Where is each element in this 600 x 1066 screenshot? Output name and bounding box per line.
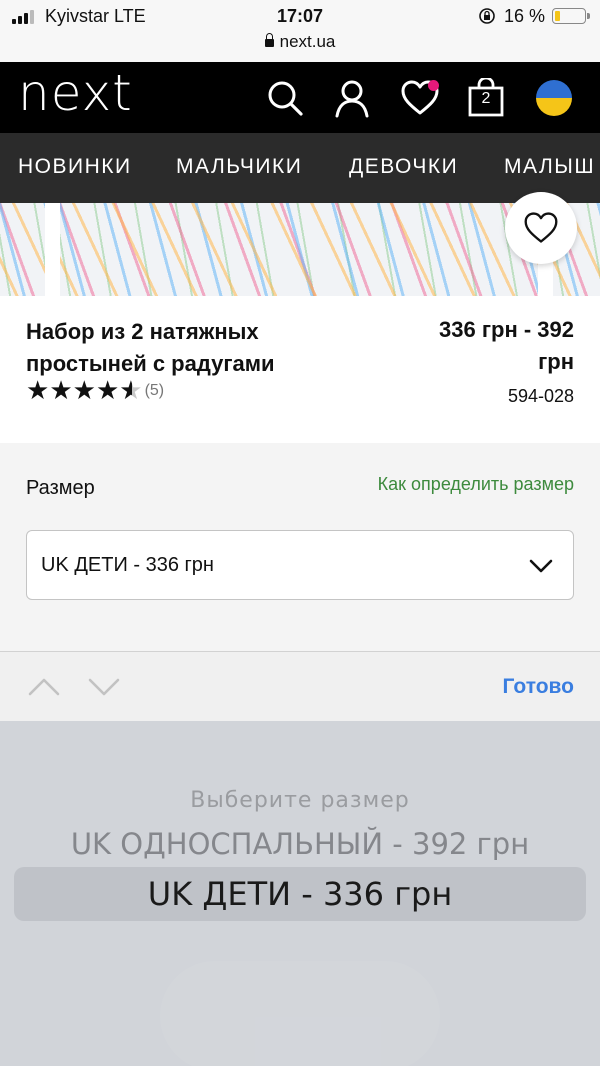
nav-item-novinki[interactable]: НОВИНКИ [18, 155, 132, 179]
star-icon: ★ [72, 376, 96, 406]
product-image-left [0, 203, 45, 296]
star-icon: ★ [95, 376, 120, 406]
nav-item-babies[interactable]: МАЛЫШ [504, 155, 595, 179]
ukraine-flag-icon[interactable] [536, 80, 572, 116]
picker-option[interactable]: Выберите размер [0, 788, 600, 813]
size-section: Размер Как определить размер UK ДЕТИ - 3… [0, 443, 600, 651]
done-button[interactable]: Готово [503, 675, 574, 699]
category-nav: НОВИНКИ МАЛЬЧИКИ ДЕВОЧКИ МАЛЫШ [0, 133, 600, 203]
product-price-line2: грн [538, 349, 574, 374]
product-image-main [60, 203, 538, 296]
orientation-lock-icon [479, 8, 495, 24]
product-info: Набор из 2 натяжных простыней с радугами… [0, 296, 600, 443]
nav-item-boys[interactable]: МАЛЬЧИКИ [176, 155, 302, 179]
size-select-value: UK ДЕТИ - 336 грн [41, 554, 214, 576]
rating-stars[interactable]: ★ ★ ★ ★ ★ (5) [26, 378, 164, 404]
nav-item-girls[interactable]: ДЕВОЧКИ [349, 155, 458, 179]
account-icon[interactable] [332, 78, 372, 118]
size-picker-wheel[interactable]: Выберите размер UK ОДНОСПАЛЬНЫЙ - 392 гр… [0, 721, 600, 1066]
product-price-line1: 336 грн - 392 [439, 317, 574, 342]
address-bar[interactable]: next.ua [0, 32, 600, 52]
site-header: next 2 [0, 62, 600, 133]
search-icon[interactable] [265, 78, 305, 118]
url-text: next.ua [279, 32, 336, 51]
wishlist-badge [428, 80, 439, 91]
add-to-wishlist-button[interactable] [505, 192, 577, 264]
product-title-line1: Набор из 2 натяжных [26, 319, 259, 344]
product-code: 594-028 [507, 386, 574, 406]
status-bar: Kyivstar LTE 17:07 16 % next.ua [0, 0, 600, 62]
padlock-icon [264, 33, 274, 47]
picker-toolbar: Готово [0, 651, 600, 721]
keyboard-ghost [160, 961, 440, 1066]
product-price: 336 грн - 392 грн [374, 314, 574, 378]
product-title: Набор из 2 натяжных простыней с радугами [26, 316, 346, 380]
next-arrow-icon[interactable] [88, 672, 120, 702]
bag-button[interactable]: 2 [466, 76, 506, 118]
battery-percent: 16 % [504, 6, 546, 26]
star-icon: ★ [49, 376, 73, 406]
next-logo[interactable]: next [18, 64, 133, 122]
review-count: (5) [144, 382, 165, 399]
cart-count: 2 [481, 90, 491, 107]
previous-arrow-icon[interactable] [28, 672, 60, 702]
battery-tip [587, 13, 590, 19]
size-select[interactable]: UK ДЕТИ - 336 грн [26, 530, 574, 600]
battery-icon [552, 8, 586, 24]
star-icon: ★ [26, 376, 50, 406]
size-guide-link[interactable]: Как определить размер [378, 474, 574, 495]
picker-option-selected[interactable]: UK ДЕТИ - 336 грн [0, 875, 600, 913]
battery-level [555, 11, 561, 21]
star-icon: ★ [119, 376, 143, 406]
size-label: Размер [26, 477, 95, 499]
picker-option[interactable]: UK ОДНОСПАЛЬНЫЙ - 392 грн [0, 827, 600, 861]
heart-icon [524, 212, 558, 243]
chevron-down-icon [529, 559, 553, 573]
